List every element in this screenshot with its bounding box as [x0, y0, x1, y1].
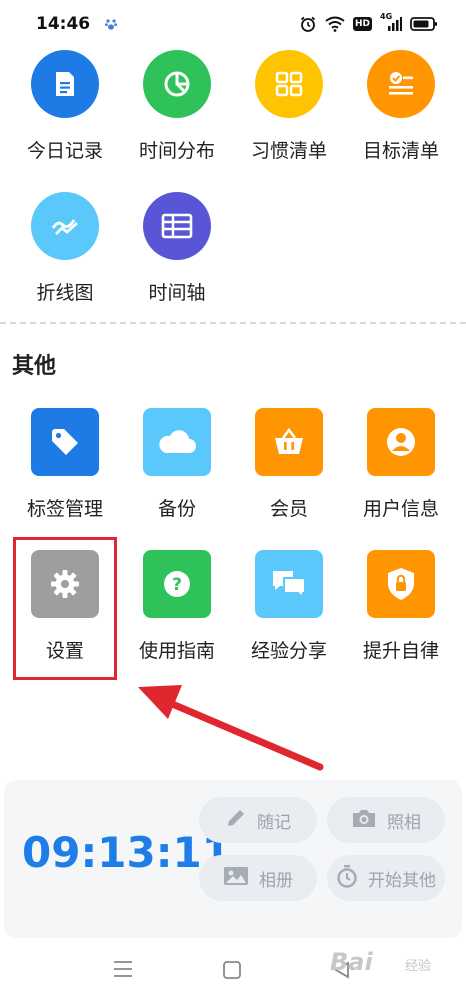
menu-icon[interactable] [112, 960, 134, 982]
tile-label: 备份 [157, 498, 196, 520]
stopwatch-icon [336, 864, 358, 893]
watermark-brand: Bai [330, 948, 373, 976]
tile-user-guide[interactable]: ? 使用指南 [121, 550, 233, 663]
hd-badge: HD [352, 17, 372, 31]
camera-icon [351, 807, 377, 834]
signal-icon: 4G [380, 12, 402, 32]
tile-user-info[interactable]: 用户信息 [345, 408, 457, 521]
tile-goal-list[interactable]: 目标清单 [345, 50, 457, 163]
tile-label: 使用指南 [138, 640, 215, 662]
note-button[interactable]: 随记 [199, 797, 317, 843]
home-icon[interactable] [222, 960, 242, 984]
tile-label: 时间轴 [148, 282, 206, 304]
tile-label: 用户信息 [362, 498, 439, 520]
alarm-icon [299, 15, 317, 33]
album-button[interactable]: 相册 [199, 855, 317, 901]
tile-self-discipline[interactable]: 提升自律 [345, 550, 457, 663]
tile-label: 习惯清单 [250, 140, 327, 162]
other-grid-row-1: 标签管理 备份 会员 用户信息 [0, 408, 466, 521]
table-icon [143, 192, 211, 260]
user-icon [367, 408, 435, 476]
system-nav-bar [0, 940, 466, 997]
section-title-other: 其他 [12, 354, 57, 379]
shield-lock-icon [367, 550, 435, 618]
tile-label: 今日记录 [26, 140, 103, 162]
checklist-icon [367, 50, 435, 118]
tag-icon [31, 408, 99, 476]
tile-label: 提升自律 [362, 640, 439, 662]
document-icon [31, 50, 99, 118]
line-chart-icon [31, 192, 99, 260]
wifi-icon [325, 16, 345, 32]
tile-label: 时间分布 [138, 140, 215, 162]
basket-icon [255, 408, 323, 476]
tile-habit-list[interactable]: 习惯清单 [233, 50, 345, 163]
tile-time-distribution[interactable]: 时间分布 [121, 50, 233, 163]
tile-backup[interactable]: 备份 [121, 408, 233, 521]
watermark-sub: 经验 [405, 959, 432, 974]
status-bar: 14:46 HD 4G [0, 0, 466, 48]
cloud-icon [143, 408, 211, 476]
tile-label: 折线图 [36, 282, 94, 304]
note-button-label: 随记 [257, 812, 291, 833]
svg-text:?: ? [172, 575, 182, 595]
tile-line-chart[interactable]: 折线图 [9, 192, 121, 305]
tile-label: 会员 [269, 498, 308, 520]
grid-list-icon [255, 50, 323, 118]
pencil-icon [225, 807, 247, 834]
status-time: 14:46 [36, 14, 91, 34]
tile-label: 经验分享 [250, 640, 327, 662]
timer-panel: 09:13:11 随记 照相 相册 开始其他 [4, 780, 462, 938]
top-grid-row-2: 折线图 时间轴 [0, 192, 466, 305]
network-label: 4G [380, 12, 393, 21]
tile-tag-management[interactable]: 标签管理 [9, 408, 121, 521]
camera-button[interactable]: 照相 [327, 797, 445, 843]
camera-button-label: 照相 [387, 812, 421, 833]
start-other-button-label: 开始其他 [368, 870, 436, 891]
top-grid-row-1: 今日记录 时间分布 习惯清单 目标清单 [0, 50, 466, 163]
tile-timeline[interactable]: 时间轴 [121, 192, 233, 305]
battery-icon [410, 16, 438, 32]
tile-experience-sharing[interactable]: 经验分享 [233, 550, 345, 663]
help-icon: ? [143, 550, 211, 618]
highlight-box [13, 537, 117, 680]
paw-icon [104, 17, 118, 31]
pie-chart-icon [143, 50, 211, 118]
section-divider [0, 322, 466, 324]
status-left: 14:46 [36, 14, 118, 34]
album-button-label: 相册 [259, 870, 293, 891]
start-other-button[interactable]: 开始其他 [327, 855, 445, 901]
tile-today-record[interactable]: 今日记录 [9, 50, 121, 163]
status-right: HD 4G [299, 12, 438, 33]
image-icon [223, 865, 249, 892]
chat-icon [255, 550, 323, 618]
tile-membership[interactable]: 会员 [233, 408, 345, 521]
red-arrow-annotation [138, 685, 324, 771]
tile-label: 标签管理 [26, 498, 103, 520]
tile-label: 目标清单 [362, 140, 439, 162]
